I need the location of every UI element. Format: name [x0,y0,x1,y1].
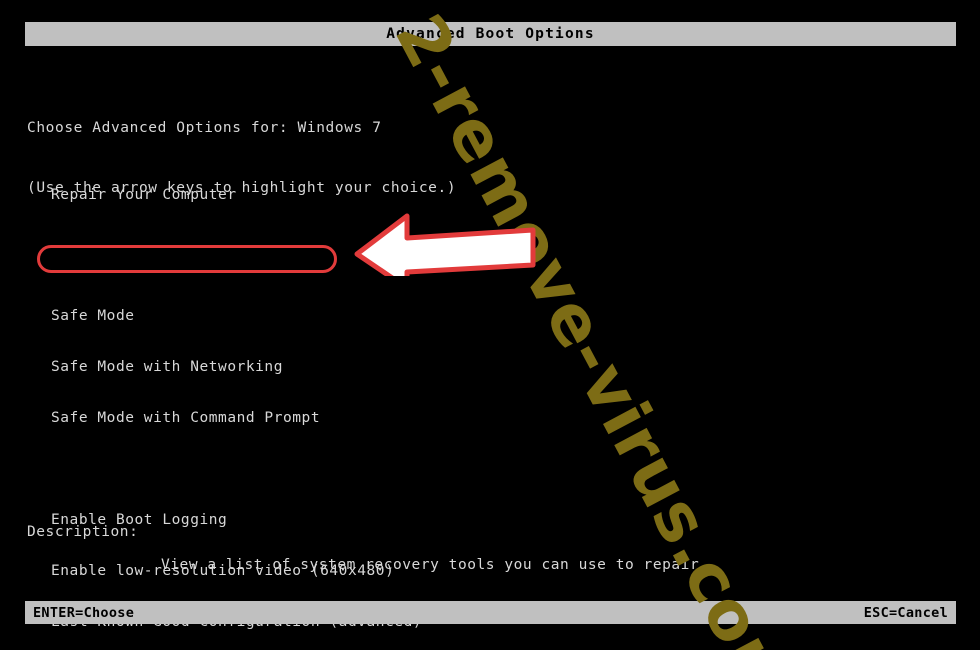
header-line-1: Choose Advanced Options for: Windows 7 [27,120,382,136]
description-line-1: View a list of system recovery tools you… [161,557,700,573]
menu-spacer [51,460,450,479]
boot-options-screen: Advanced Boot Options Choose Advanced Op… [0,0,980,650]
menu-item-repair-your-computer[interactable]: Repair Your Computer [51,186,450,205]
esc-cancel-hint: ESC=Cancel [863,604,948,621]
menu-spacer [51,237,450,275]
status-bar: ENTER=Choose ESC=Cancel [25,601,956,624]
menu-item-safe-mode-with-command-prompt[interactable]: Safe Mode with Command Prompt [51,409,450,428]
description-text: View a list of system recovery tools you… [161,524,699,650]
enter-choose-hint: ENTER=Choose [33,604,135,621]
description-label: Description: [27,524,139,540]
description-block: Description: View a list of system recov… [27,524,699,650]
window-title-bar: Advanced Boot Options [25,22,956,46]
menu-item-safe-mode-with-networking[interactable]: Safe Mode with Networking [51,358,450,377]
page-title: Advanced Boot Options [386,26,595,42]
menu-item-safe-mode[interactable]: Safe Mode [51,307,450,326]
